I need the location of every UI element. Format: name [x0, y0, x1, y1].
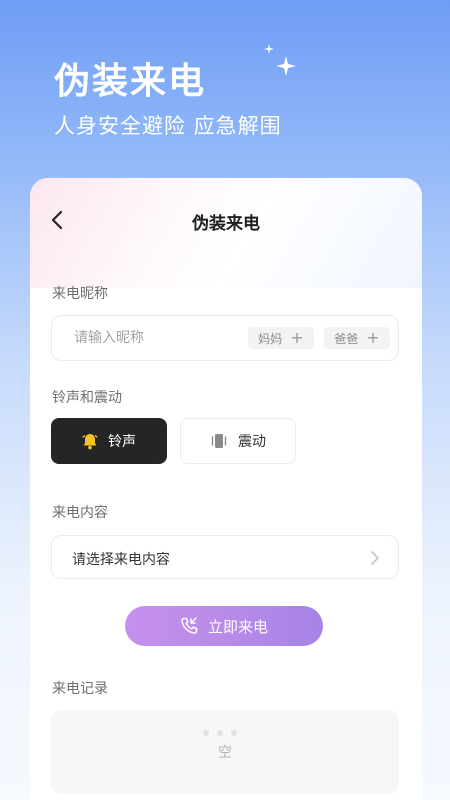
call-now-button[interactable]: 立即来电	[125, 606, 323, 646]
call-now-label: 立即来电	[207, 617, 268, 636]
hero-title: 伪装来电	[54, 61, 207, 102]
nickname-field: 妈妈 + 爸爸 +	[51, 315, 399, 361]
vibrate-mode-label: 震动	[238, 434, 266, 450]
loading-dots	[203, 730, 237, 736]
sparkle-icon	[276, 56, 296, 76]
vibrate-icon	[211, 434, 227, 448]
bell-icon	[82, 433, 98, 449]
preset-dad-chip[interactable]: 爸爸 +	[324, 327, 390, 349]
plus-icon: +	[290, 328, 304, 347]
preset-dad-label: 爸爸	[334, 331, 359, 346]
hero-subtitle: 人身安全避险 应急解围	[54, 114, 282, 138]
nav-bar: 伪装来电	[30, 200, 422, 240]
records-list: 空	[51, 710, 399, 794]
vibrate-mode-button[interactable]: 震动	[180, 418, 296, 464]
page-title: 伪装来电	[192, 214, 260, 234]
preset-mom-label: 妈妈	[258, 331, 283, 346]
call-content-placeholder: 请选择来电内容	[72, 552, 170, 568]
main-card: 伪装来电 来电昵称 妈妈 + 爸爸 + 铃声和震动 铃声 震动 来电内容 请选择…	[30, 178, 422, 800]
records-empty-text: 空	[218, 745, 232, 761]
chevron-right-icon	[371, 551, 379, 565]
records-label: 来电记录	[52, 681, 108, 697]
sparkle-small-icon	[264, 44, 274, 54]
ring-mode-label: 铃声	[108, 434, 136, 450]
phone-icon	[181, 617, 198, 634]
ring-mode-button[interactable]: 铃声	[51, 418, 167, 464]
nickname-input[interactable]	[74, 316, 234, 360]
call-content-select[interactable]: 请选择来电内容	[51, 535, 399, 579]
nickname-label: 来电昵称	[52, 286, 108, 302]
preset-mom-chip[interactable]: 妈妈 +	[248, 327, 314, 349]
plus-icon: +	[366, 328, 380, 347]
call-content-label: 来电内容	[52, 505, 108, 521]
alert-mode-label: 铃声和震动	[52, 390, 122, 406]
